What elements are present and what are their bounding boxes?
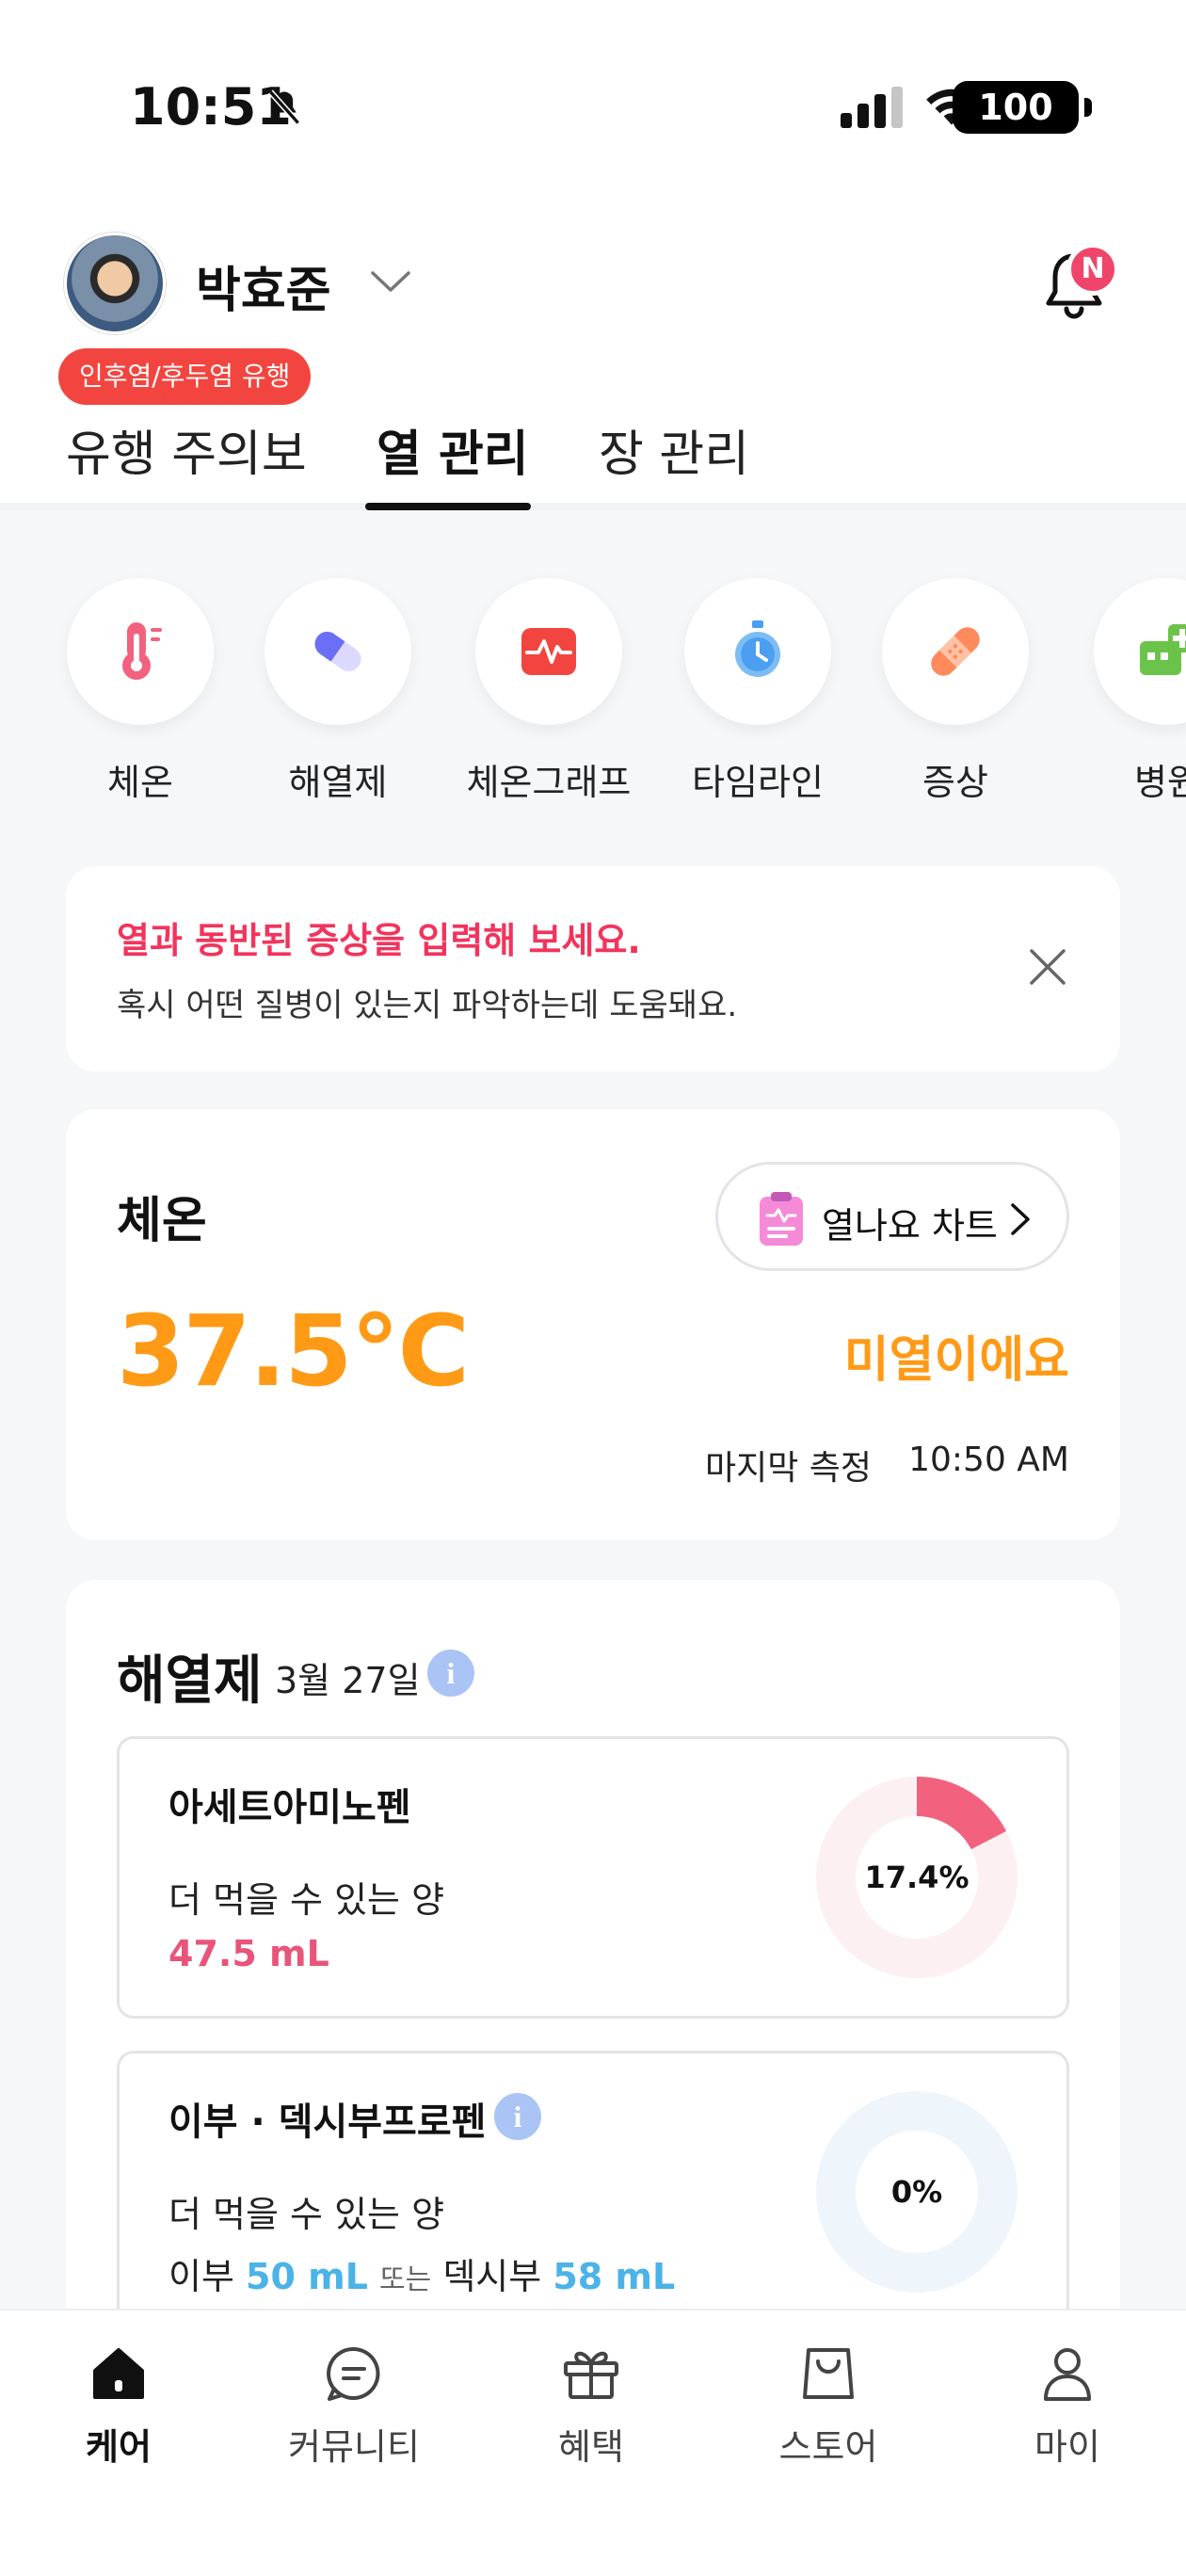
antipyretic-card: 해열제 3월 27일 i 아세트아미노펜 더 먹을 수 있는 양 47.5 mL… bbox=[66, 1580, 1120, 2427]
remaining-label: 더 먹을 수 있는 양 bbox=[168, 1879, 445, 1921]
epidemic-alert-badge[interactable]: 인후염/후두염 유행 bbox=[58, 348, 312, 405]
pill-icon bbox=[314, 631, 361, 672]
nav-benefits[interactable]: 혜택 bbox=[497, 2343, 685, 2470]
chat-icon bbox=[327, 2346, 380, 2401]
thermometer-icon bbox=[122, 622, 162, 680]
fever-chart-button[interactable]: 열나요 차트 bbox=[715, 1162, 1069, 1271]
quick-menu-antipyretic[interactable]: 해열제 bbox=[244, 578, 432, 805]
nav-label: 마이 bbox=[1034, 2426, 1100, 2468]
profile-name[interactable]: 박효준 bbox=[196, 250, 331, 321]
home-icon bbox=[93, 2348, 144, 2399]
quick-menu-hospital[interactable]: 병원 bbox=[1073, 578, 1186, 805]
person-icon bbox=[1044, 2348, 1091, 2401]
tab-epidemic-alert[interactable]: 유행 주의보 bbox=[66, 414, 307, 485]
quick-menu-label: 병원 bbox=[1134, 762, 1186, 803]
dexibuprofen-label: 덱시부 bbox=[442, 2256, 542, 2297]
fever-chart-label: 열나요 차트 bbox=[822, 1205, 998, 1247]
bell-off-icon bbox=[267, 89, 301, 125]
tab-bar: 유행 주의보 열 관리 장 관리 bbox=[0, 405, 1186, 510]
quick-menu-circle bbox=[67, 578, 214, 725]
banner-title: 열과 동반된 증상을 입력해 보세요. bbox=[117, 920, 641, 961]
antipyretic-date: 3월 27일 bbox=[275, 1660, 421, 1701]
quick-menu-symptoms[interactable]: 증상 bbox=[861, 578, 1050, 805]
active-tab-indicator bbox=[365, 503, 531, 510]
hospital-icon bbox=[1140, 624, 1186, 675]
quick-menu-circle bbox=[264, 578, 411, 725]
quick-menu-label: 해열제 bbox=[288, 762, 388, 803]
temperature-value: 37.5°C bbox=[117, 1294, 470, 1409]
banner-subtitle: 혹시 어떤 질병이 있는지 파악하는데 도움돼요. bbox=[117, 987, 738, 1024]
dose-percent-label: 17.4% bbox=[864, 1860, 970, 1895]
nav-label: 스토어 bbox=[778, 2426, 878, 2468]
tab-gut-care[interactable]: 장 관리 bbox=[599, 414, 749, 485]
tab-fever-care[interactable]: 열 관리 bbox=[377, 414, 529, 485]
quick-menu-circle bbox=[475, 578, 622, 725]
ibuprofen-amount: 50 mL bbox=[246, 2256, 368, 2297]
battery-tip bbox=[1084, 98, 1092, 117]
dose-percent-label: 0% bbox=[890, 2174, 943, 2210]
remaining-amount: 47.5 mL bbox=[168, 1933, 329, 1974]
heart-graph-icon bbox=[521, 628, 576, 675]
notification-badge: N bbox=[1066, 243, 1119, 296]
quick-menu-circle bbox=[684, 578, 831, 725]
quick-menu-temperature-graph[interactable]: 체온그래프 bbox=[455, 578, 643, 805]
temperature-title: 체온 bbox=[117, 1193, 207, 1249]
main-content: 체온 해열제 체온그래프 타임라인 증상 병원 열과 동반된 증상을 입력해 보… bbox=[0, 510, 1186, 2427]
cellular-signal-icon bbox=[841, 87, 903, 128]
temperature-card: 체온 열나요 차트 37.5°C 미열이에요 마지막 측정 10:50 AM bbox=[66, 1109, 1120, 1540]
bandage-icon bbox=[931, 627, 980, 676]
antipyretic-title: 해열제 bbox=[117, 1650, 263, 1712]
drug-name: 이부 · 덱시부프로펜 bbox=[168, 2101, 487, 2144]
nav-store[interactable]: 스토어 bbox=[734, 2343, 922, 2470]
or-label: 또는 bbox=[379, 2263, 432, 2296]
info-icon[interactable]: i bbox=[427, 1650, 474, 1697]
symptom-prompt-banner[interactable]: 열과 동반된 증상을 입력해 보세요. 혹시 어떤 질병이 있는지 파악하는데 … bbox=[66, 866, 1120, 1071]
nav-community[interactable]: 커뮤니티 bbox=[260, 2343, 448, 2470]
battery-level: 100 bbox=[953, 81, 1079, 134]
stopwatch-icon bbox=[735, 620, 780, 677]
status-bar: 10:51 100 bbox=[0, 0, 1186, 188]
remaining-amounts-row: 이부 50 mL 또는 덱시부 58 mL bbox=[168, 2247, 675, 2299]
quick-menu-circle bbox=[1094, 578, 1186, 725]
quick-menu-circle bbox=[882, 578, 1029, 725]
remaining-label: 더 먹을 수 있는 양 bbox=[168, 2194, 445, 2235]
last-measured-time: 10:50 AM bbox=[908, 1441, 1069, 1479]
quick-menu-temperature[interactable]: 체온 bbox=[46, 578, 234, 805]
quick-menu-timeline[interactable]: 타임라인 bbox=[664, 578, 852, 805]
info-icon[interactable]: i bbox=[494, 2093, 541, 2140]
nav-my[interactable]: 마이 bbox=[973, 2343, 1162, 2470]
quick-menu-label: 증상 bbox=[922, 762, 988, 803]
shopping-bag-icon bbox=[803, 2348, 854, 2399]
ibuprofen-label: 이부 bbox=[168, 2256, 234, 2297]
dexibuprofen-amount: 58 mL bbox=[553, 2256, 676, 2297]
nav-label: 케어 bbox=[86, 2426, 152, 2468]
drug-name: 아세트아미노펜 bbox=[168, 1786, 411, 1829]
gift-icon bbox=[564, 2351, 618, 2399]
bottom-navigation: 케어 커뮤니티 혜택 스토어 마이 bbox=[0, 2309, 1186, 2576]
quick-menu-label: 체온 bbox=[107, 762, 173, 803]
acetaminophen-box[interactable]: 아세트아미노펜 더 먹을 수 있는 양 47.5 mL 17.4% bbox=[117, 1736, 1069, 2019]
clipboard-icon bbox=[760, 1192, 803, 1246]
quick-menu-label: 체온그래프 bbox=[466, 762, 632, 803]
nav-label: 커뮤니티 bbox=[288, 2426, 420, 2468]
chevron-down-icon[interactable] bbox=[369, 267, 412, 296]
nav-label: 혜택 bbox=[558, 2426, 624, 2468]
chevron-right-icon bbox=[1011, 1203, 1030, 1235]
quick-menu-label: 타임라인 bbox=[692, 762, 824, 803]
avatar[interactable] bbox=[64, 233, 166, 334]
last-measured-label: 마지막 측정 bbox=[704, 1449, 872, 1488]
battery-indicator: 100 bbox=[953, 81, 1092, 134]
temperature-status: 미열이에요 bbox=[843, 1332, 1069, 1389]
close-icon[interactable] bbox=[1024, 943, 1071, 990]
nav-care[interactable]: 케어 bbox=[24, 2343, 213, 2470]
